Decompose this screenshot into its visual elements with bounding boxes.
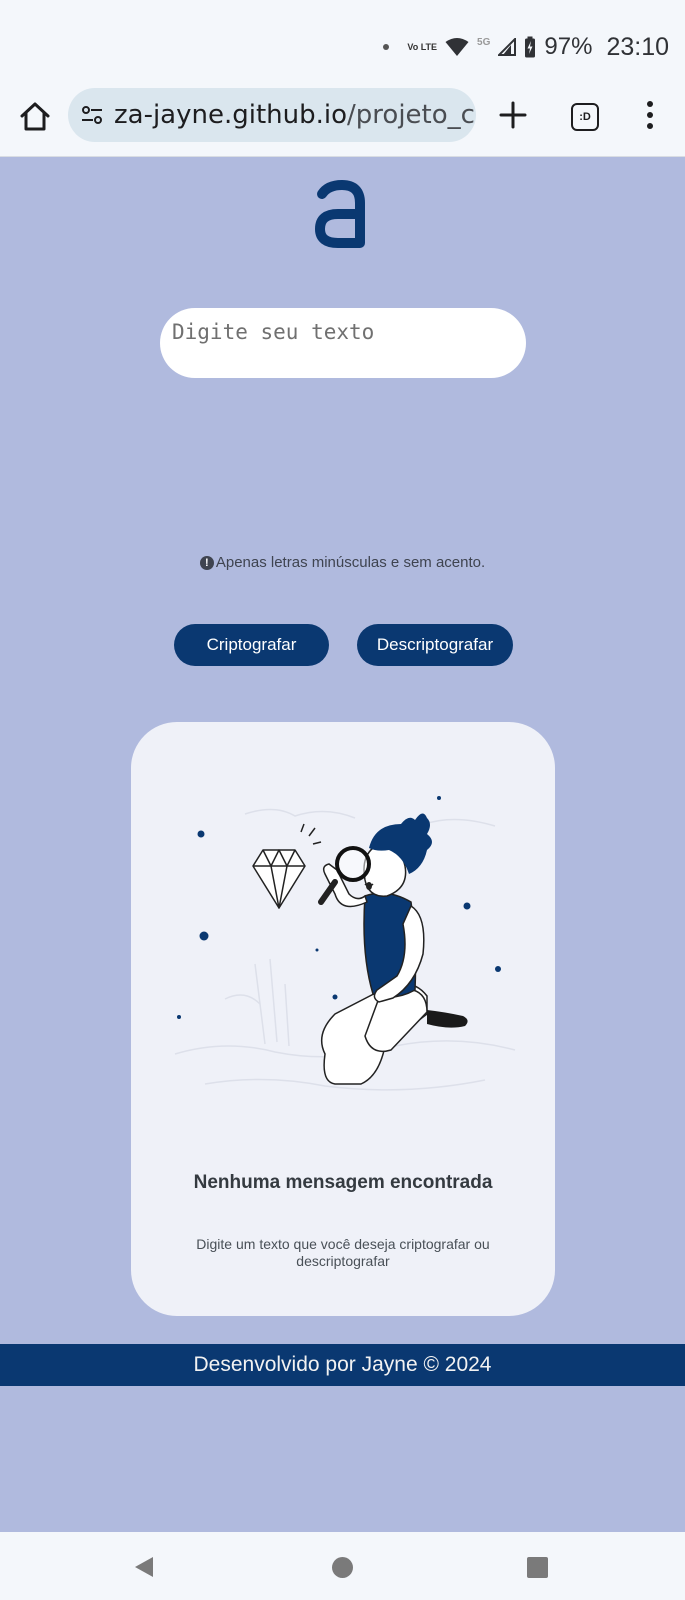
wifi-icon [445,38,469,56]
network-type-label: 5G [477,36,491,48]
cell-signal-icon [498,38,517,56]
url-path: /projeto_c [347,100,475,130]
new-tab-icon[interactable] [496,98,530,132]
decrypt-button[interactable]: Descriptografar [357,624,513,666]
clock: 23:10 [606,32,669,61]
tab-switcher-button[interactable]: :D [571,103,599,131]
hint-text: Apenas letras minúsculas e sem acento. [215,554,486,571]
notification-dot-icon [383,44,390,50]
exclamation-circle-icon: ! [199,555,214,570]
home-nav-icon[interactable] [332,1557,353,1578]
footer: Desenvolvido por Jayne © 2024 [0,1344,685,1386]
back-icon[interactable] [134,1556,154,1578]
empty-message-title: Nenhuma mensagem encontrada [193,1172,493,1193]
volte-icon: Vo LTE [407,42,438,52]
site-settings-icon[interactable] [80,103,104,127]
status-icons: Vo LTE 5G 97% 23:10 [383,30,669,64]
browser-toolbar: za-jayne.github.io/projeto_c :D [0,86,685,157]
navigation-bar [0,1532,685,1600]
empty-message-subtitle: Digite um texto que você deseja criptogr… [196,1236,490,1269]
battery-level: 97% [544,33,593,60]
url-text: za-jayne.github.io/projeto_c [114,100,475,130]
home-icon[interactable] [18,100,52,134]
url-host: za-jayne.github.io [114,100,348,130]
footer-text: Desenvolvido por Jayne © 2024 [193,1353,492,1376]
input-hint: ! Apenas letras minúsculas e sem acento. [0,554,685,571]
output-card: Nenhuma mensagem encontrada Digite um te… [131,722,555,1316]
more-options-icon[interactable] [640,98,660,132]
logo: a [315,180,365,248]
person-with-magnifier-illustration [174,796,516,1091]
recent-apps-icon[interactable] [527,1557,548,1578]
status-bar: Vo LTE 5G 97% 23:10 [0,0,685,86]
encrypt-button[interactable]: Criptografar [174,624,329,666]
battery-charging-icon [525,36,536,58]
address-bar[interactable]: za-jayne.github.io/projeto_c [68,88,476,142]
message-input[interactable] [160,308,526,378]
